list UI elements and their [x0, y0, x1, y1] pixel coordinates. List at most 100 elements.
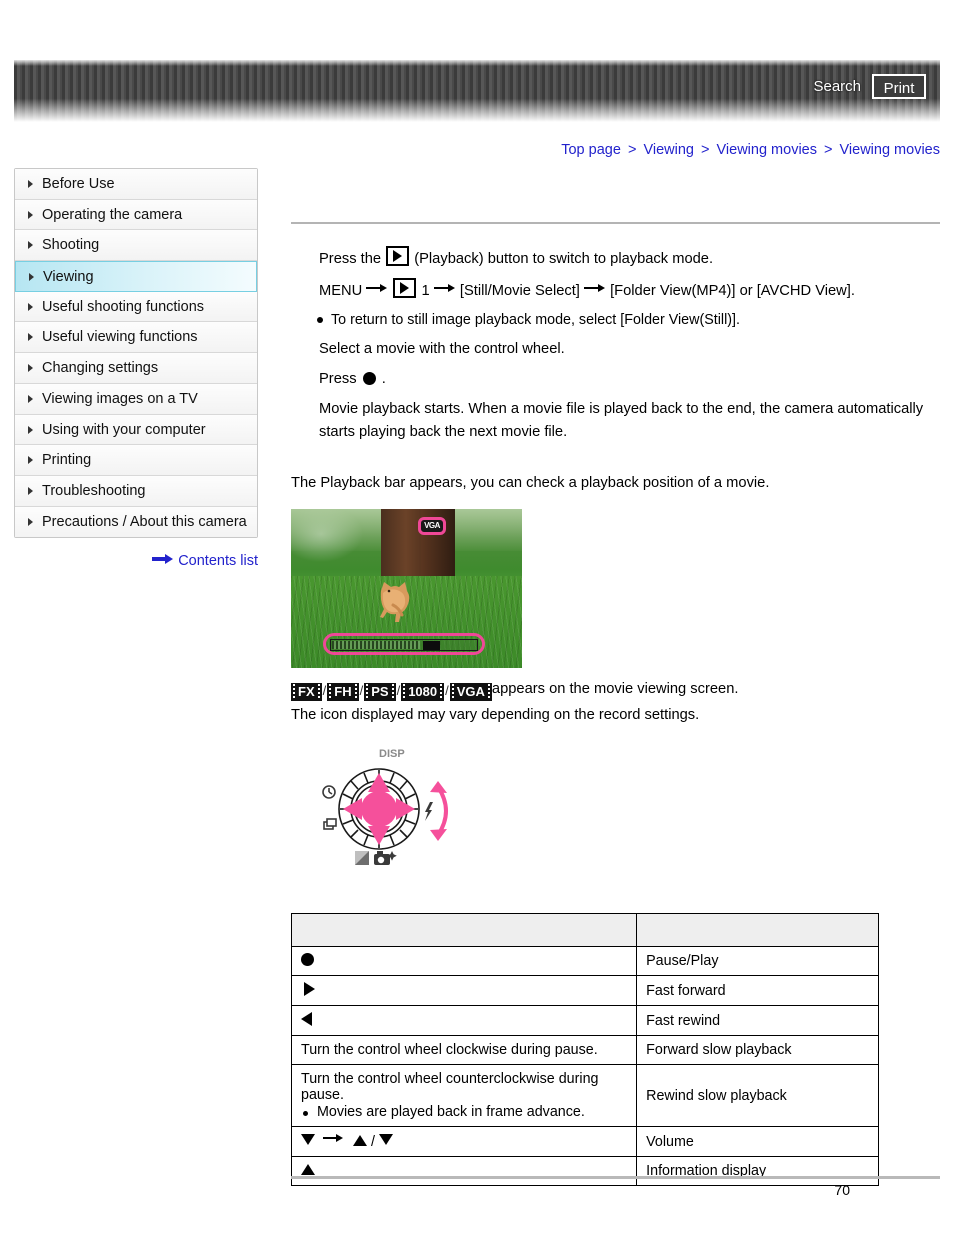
- step-press-playback: Press the (Playback) button to switch to…: [291, 246, 940, 271]
- step-menu-note: To return to still image playback mode, …: [291, 310, 940, 331]
- sidebar-item-label: Useful viewing functions: [42, 329, 198, 346]
- sidebar-item-useful-viewing-functions[interactable]: Useful viewing functions: [15, 322, 257, 354]
- breadcrumb-item-viewing[interactable]: Viewing: [643, 142, 694, 158]
- table-row: Turn the control wheel counterclockwise …: [290, 1064, 879, 1127]
- menu-label: MENU: [319, 283, 363, 299]
- playback-bar-fill: [332, 641, 420, 649]
- format-separator: /: [322, 683, 327, 698]
- format-badge-1080: 1080: [401, 683, 445, 701]
- center-button-icon: [362, 372, 376, 385]
- arrow-right-icon: [322, 1133, 345, 1143]
- chevron-right-icon: [28, 517, 33, 526]
- sidebar-item-operating-the-camera[interactable]: Operating the camera: [15, 199, 257, 231]
- sidebar-item-before-use[interactable]: Before Use: [15, 169, 257, 200]
- format-badge-ps: PS: [364, 683, 396, 701]
- content-top-rule: [291, 222, 940, 224]
- playback-bar-intro: The Playback bar appears, you can check …: [291, 475, 770, 491]
- self-timer-icon: [322, 785, 336, 799]
- sidebar-navigation: Before Use Operating the camera Shooting…: [14, 168, 258, 539]
- table-header-function: [636, 913, 879, 947]
- operation-cell: Turn the control wheel clockwise during …: [290, 1035, 638, 1065]
- format-badge-fh: FH: [327, 683, 359, 701]
- up-arrow-icon: [301, 1164, 315, 1175]
- menu-result-options: [Folder View(MP4)] or [AVCHD View].: [610, 283, 855, 299]
- playback-operations-table: Pause/Play Fast forward Fast rewind Turn…: [290, 913, 879, 1186]
- rotation-arrow-up-icon: [430, 781, 447, 793]
- page-number: 70: [834, 1182, 850, 1198]
- chevron-right-icon: [28, 333, 33, 342]
- sidebar-item-label: Useful shooting functions: [42, 298, 205, 315]
- operation-cell: [290, 1005, 638, 1036]
- sidebar-item-shooting[interactable]: Shooting: [15, 230, 257, 262]
- print-button[interactable]: Print: [872, 74, 926, 99]
- header-top-fade: [14, 60, 940, 66]
- sidebar-item-label: Before Use: [42, 176, 115, 192]
- breadcrumb-separator: >: [701, 142, 710, 158]
- sidebar-item-viewing-images-on-a-tv[interactable]: Viewing images on a TV: [15, 383, 257, 415]
- down-arrow-icon: [378, 1134, 393, 1145]
- table-header-operation: [290, 913, 638, 947]
- press-prefix: Press: [319, 371, 357, 387]
- chevron-right-icon: [28, 425, 33, 434]
- arrow-right-icon: [366, 282, 388, 294]
- sidebar-item-precautions-about-this-camera[interactable]: Precautions / About this camera: [15, 506, 257, 538]
- sidebar-item-label: Using with your computer: [42, 421, 206, 438]
- arrow-right-icon: [583, 282, 606, 294]
- contents-list-row: Contents list: [14, 553, 258, 569]
- breadcrumb-item-viewing-movies[interactable]: Viewing movies: [717, 142, 817, 158]
- sidebar-item-using-with-your-computer[interactable]: Using with your computer: [15, 414, 257, 446]
- chevron-right-icon: [28, 456, 33, 465]
- operation-note: Movies are played back in frame advance.: [301, 1104, 627, 1120]
- step-select-movie: Select a movie with the control wheel.: [319, 341, 565, 357]
- playback-bar[interactable]: [330, 639, 478, 651]
- rotation-arc-icon: [436, 785, 448, 837]
- format-note-suffix: appears on the movie viewing screen.: [491, 681, 739, 697]
- function-cell: Rewind slow playback: [636, 1064, 879, 1127]
- disp-label: DISP: [379, 748, 405, 760]
- site-header-banner: Search Print: [14, 60, 940, 122]
- breadcrumb-item-top-page[interactable]: Top page: [561, 142, 621, 158]
- sidebar-item-viewing[interactable]: Viewing: [15, 261, 257, 292]
- left-arrow-icon: [301, 1012, 312, 1026]
- format-badges-line: FX / FH / PS/1080/VGA appears on the movie vi…: [291, 678, 940, 702]
- table-row: Turn the control wheel clockwise during …: [290, 1035, 879, 1065]
- format-note-line2: The icon displayed may vary depending on…: [291, 707, 700, 723]
- breadcrumb: Top page > Viewing > Viewing movies > Vi…: [561, 142, 940, 158]
- table-row: Fast rewind: [290, 1005, 879, 1036]
- arrow-right-icon: [433, 282, 456, 294]
- table-row: Pause/Play: [290, 946, 879, 976]
- step-menu-path: MENU 1 [Still/Movie Select] [Folder View…: [291, 278, 940, 303]
- playback-bar-highlight: [323, 633, 485, 655]
- center-button-icon: [301, 953, 314, 966]
- step-press-center: Press .: [291, 368, 940, 391]
- exposure-compensation-icon: [355, 851, 369, 865]
- search-link[interactable]: Search: [813, 77, 861, 97]
- footer-rule: [291, 1176, 940, 1179]
- sidebar-item-label: Operating the camera: [42, 206, 183, 223]
- format-separator: /: [396, 683, 401, 698]
- function-cell: Fast forward: [636, 975, 879, 1006]
- slash-separator: /: [370, 1134, 375, 1150]
- menu-item-still-movie-select: [Still/Movie Select]: [459, 283, 580, 299]
- sidebar-item-useful-shooting-functions[interactable]: Useful shooting functions: [15, 291, 257, 323]
- format-separator: /: [359, 683, 364, 698]
- bullet-icon: [303, 1111, 308, 1116]
- playback-position-marker[interactable]: [423, 640, 440, 650]
- breadcrumb-separator: >: [824, 142, 833, 158]
- chevron-right-icon: [28, 180, 33, 188]
- movie-playback-screen-illustration: VGA: [291, 509, 522, 668]
- chevron-right-icon: [28, 210, 33, 219]
- sidebar-item-label: Shooting: [42, 237, 100, 254]
- center-button: [361, 791, 397, 827]
- step1-prefix: Press the: [319, 251, 382, 267]
- sidebar-item-troubleshooting[interactable]: Troubleshooting: [15, 475, 257, 507]
- drive-mode-icon: [323, 818, 337, 830]
- function-cell: Pause/Play: [636, 946, 879, 976]
- kitten-subject: [380, 582, 410, 622]
- breadcrumb-item-current[interactable]: Viewing movies: [840, 142, 940, 158]
- chevron-right-icon: [28, 302, 33, 311]
- flash-icon: [425, 802, 433, 821]
- sidebar-item-printing[interactable]: Printing: [15, 445, 257, 476]
- sidebar-item-changing-settings[interactable]: Changing settings: [15, 353, 257, 384]
- contents-list-link[interactable]: Contents list: [178, 553, 258, 569]
